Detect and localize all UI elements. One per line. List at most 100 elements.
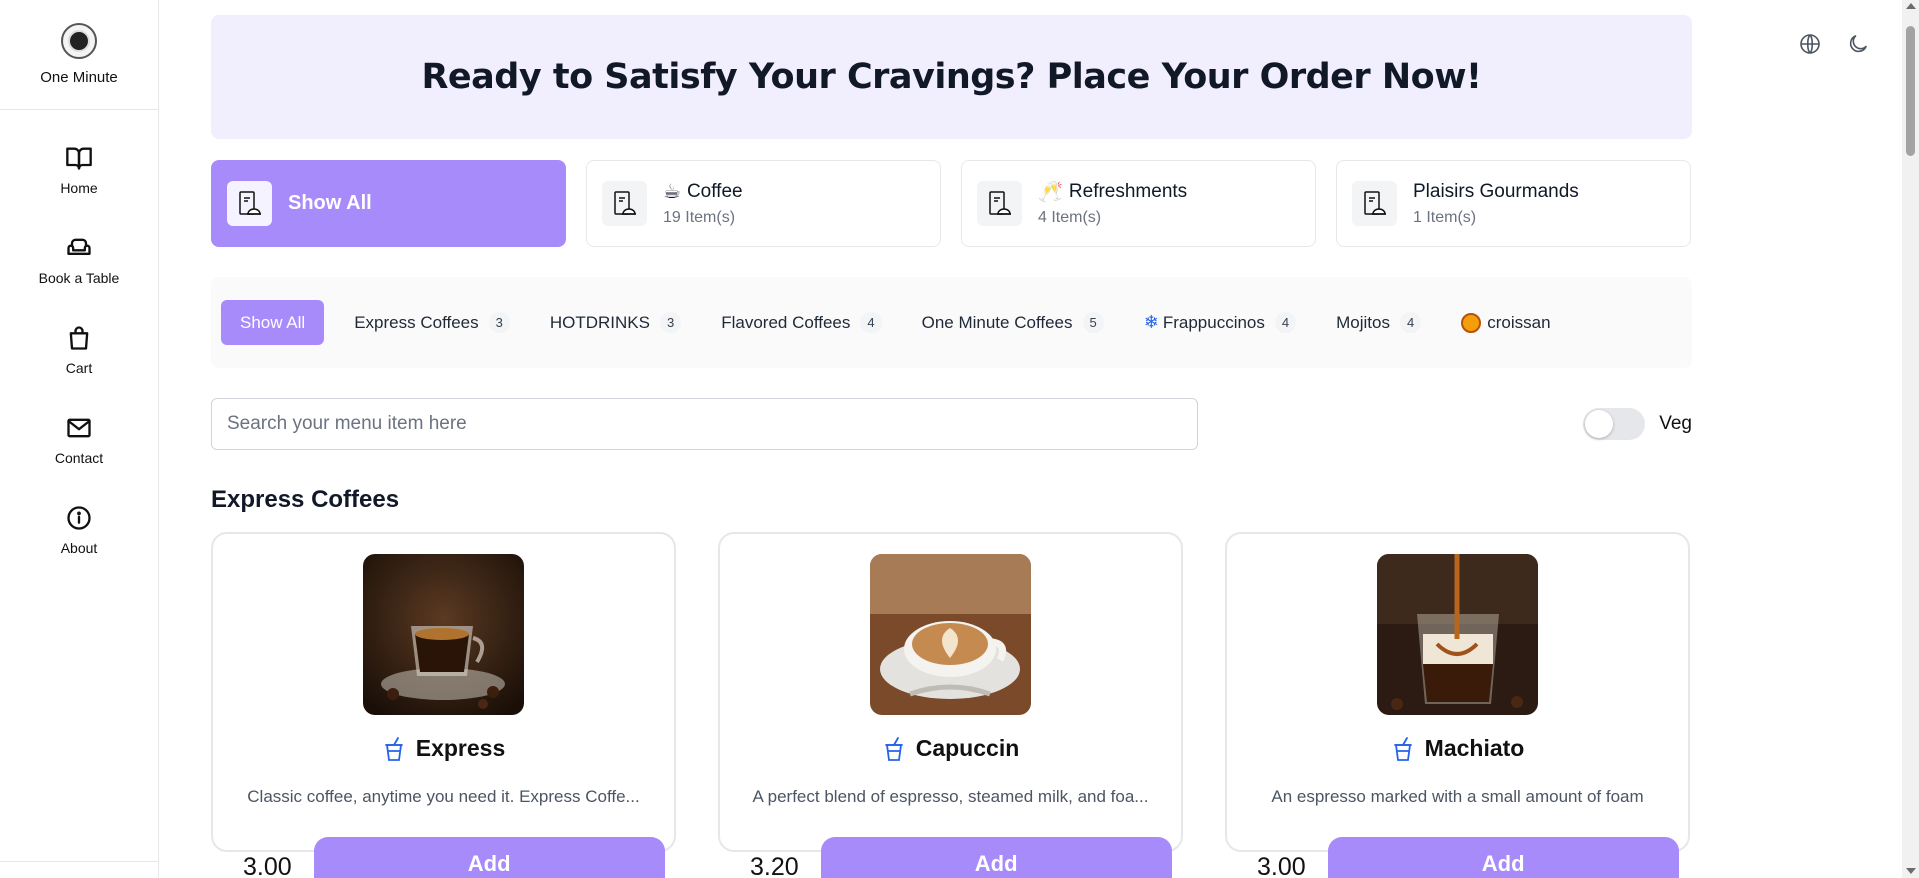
add-button[interactable]: Add — [313, 837, 665, 878]
nav-label-about: About — [60, 540, 98, 556]
hero-banner: Ready to Satisfy Your Cravings? Place Yo… — [211, 15, 1692, 139]
menu-item-card: Machiato An espresso marked with a small… — [1225, 532, 1690, 878]
count-badge: 4 — [1274, 312, 1297, 333]
subcategory-tabs: Show All Express Coffees 3 HOTDRINKS 3 Fla… — [211, 277, 1692, 368]
brand-name: One Minute — [40, 69, 118, 86]
menu-icon — [602, 181, 647, 226]
veg-label: Veg — [1659, 413, 1692, 434]
nav-item-cart[interactable]: Cart — [0, 324, 158, 414]
nav-label-contact: Contact — [54, 450, 104, 466]
subcategory-label: Mojitos — [1336, 312, 1390, 332]
scrollbar[interactable] — [1902, 0, 1919, 878]
coffee-cup-icon: ☕ — [663, 180, 681, 203]
category-title: Coffee — [686, 180, 743, 202]
nav-item-home[interactable]: Home — [0, 144, 158, 234]
category-card-plaisirs-gourmands[interactable]: Plaisirs Gourmands 1 Item(s) — [1336, 160, 1691, 247]
nav-item-contact[interactable]: Contact — [0, 414, 158, 504]
item-description: A perfect blend of espresso, steamed mil… — [752, 787, 1149, 806]
scrollbar-thumb[interactable] — [1906, 26, 1915, 156]
moon-icon[interactable] — [1846, 32, 1870, 56]
category-count: 4 Item(s) — [1038, 208, 1102, 226]
sidebar-nav: Home Book a Table Cart Contact About — [0, 110, 158, 594]
item-name: Capuccin — [915, 735, 1020, 761]
veg-filter: Veg — [1583, 408, 1692, 440]
price-row: 3.20 Add — [750, 837, 1172, 878]
subcategory-label: Flavored Coffees — [721, 312, 851, 332]
main-content: Ready to Satisfy Your Cravings? Place Yo… — [211, 15, 1692, 878]
snowflake-icon: ❄ — [1143, 312, 1159, 332]
subcategory-label: One Minute Coffees — [921, 312, 1073, 332]
item-price: 3.20 — [750, 852, 799, 878]
category-card-show-all[interactable]: Show All — [211, 160, 566, 247]
nav-label-home: Home — [60, 180, 98, 196]
subcategory-tab-croissan[interactable]: croissan — [1441, 300, 1570, 345]
brand-logo — [61, 23, 97, 59]
count-badge: 5 — [1082, 312, 1104, 333]
item-photo — [870, 554, 1031, 715]
nav-label-cart: Cart — [65, 360, 93, 376]
subcategory-tab-express-coffees[interactable]: Express Coffees 3 — [334, 300, 530, 345]
add-button[interactable]: Add — [1327, 837, 1679, 878]
subcategory-label: Frappuccinos — [1162, 312, 1265, 332]
subcategory-tab-frappuccinos[interactable]: ❄ Frappuccinos 4 — [1124, 300, 1316, 345]
item-description: Classic coffee, anytime you need it. Exp… — [247, 787, 640, 806]
count-badge: 4 — [1399, 312, 1422, 333]
category-count: 19 Item(s) — [663, 208, 736, 226]
top-right-controls — [1798, 32, 1870, 56]
item-name: Machiato — [1424, 735, 1525, 761]
scroll-down-arrow-icon[interactable] — [1906, 868, 1916, 874]
drink-icon — [384, 736, 403, 761]
menu-icon — [1352, 181, 1397, 226]
sidebar-divider — [0, 861, 159, 862]
category-card-refreshments[interactable]: 🥂 Refreshments 4 Item(s) — [961, 160, 1316, 247]
category-card-coffee[interactable]: ☕ Coffee 19 Item(s) — [586, 160, 941, 247]
category-title: Refreshments — [1068, 180, 1188, 202]
item-photo — [1377, 554, 1538, 715]
subcategory-tab-mojitos[interactable]: Mojitos 4 — [1316, 300, 1441, 345]
menu-item-card: Express Classic coffee, anytime you need… — [211, 532, 676, 878]
globe-icon[interactable] — [1798, 32, 1822, 56]
count-badge: 3 — [488, 312, 510, 333]
search-input[interactable] — [211, 398, 1198, 450]
menu-item-card: Capuccin A perfect blend of espresso, st… — [718, 532, 1183, 878]
subcategory-tab-hotdrinks[interactable]: HOTDRINKS 3 — [530, 300, 701, 345]
croissant-icon — [1461, 312, 1482, 333]
nav-item-book-a-table[interactable]: Book a Table — [0, 234, 158, 324]
item-description: An espresso marked with a small amount o… — [1271, 787, 1644, 806]
count-badge: 3 — [659, 312, 682, 333]
menu-icon — [977, 181, 1022, 226]
item-price: 3.00 — [243, 852, 292, 878]
price-row: 3.00 Add — [243, 837, 665, 878]
item-photo — [363, 554, 524, 715]
item-price: 3.00 — [1257, 852, 1306, 878]
category-cards: Show All ☕ Coffee 19 Item(s) 🥂 Refreshment… — [211, 160, 1692, 247]
search-row: Veg — [211, 398, 1692, 450]
subcategory-label: Show All — [240, 312, 306, 332]
item-name: Express — [415, 735, 506, 761]
subcategory-label: croissan — [1487, 312, 1551, 332]
subcategory-label: HOTDRINKS — [549, 312, 650, 332]
add-button[interactable]: Add — [820, 837, 1172, 878]
section-title: Express Coffees — [211, 486, 400, 513]
price-row: 3.00 Add — [1257, 837, 1679, 878]
sidebar: One Minute Home Book a Table Cart Contac… — [0, 0, 159, 878]
count-badge: 4 — [860, 312, 882, 333]
toggle-knob — [1585, 410, 1614, 438]
scroll-up-arrow-icon[interactable] — [1906, 3, 1916, 9]
brand[interactable]: One Minute — [0, 0, 158, 110]
nav-label-book-a-table: Book a Table — [38, 270, 120, 286]
info-icon — [67, 506, 91, 530]
veg-toggle[interactable] — [1583, 408, 1646, 440]
clinking-glasses-icon: 🥂 — [1038, 180, 1063, 203]
nav-item-about[interactable]: About — [0, 504, 158, 594]
mail-icon — [67, 418, 91, 438]
drink-icon — [884, 736, 903, 761]
subcategory-label: Express Coffees — [354, 312, 479, 332]
shopping-bag-icon — [69, 326, 89, 350]
subcategory-tab-one-minute-coffees[interactable]: One Minute Coffees 5 — [902, 300, 1124, 345]
menu-icon — [227, 181, 272, 226]
subcategory-tab-flavored-coffees[interactable]: Flavored Coffees 4 — [701, 300, 901, 345]
subcategory-tab-show-all[interactable]: Show All — [221, 300, 325, 345]
category-title: Plaisirs Gourmands — [1413, 180, 1579, 202]
drink-icon — [1393, 736, 1412, 761]
